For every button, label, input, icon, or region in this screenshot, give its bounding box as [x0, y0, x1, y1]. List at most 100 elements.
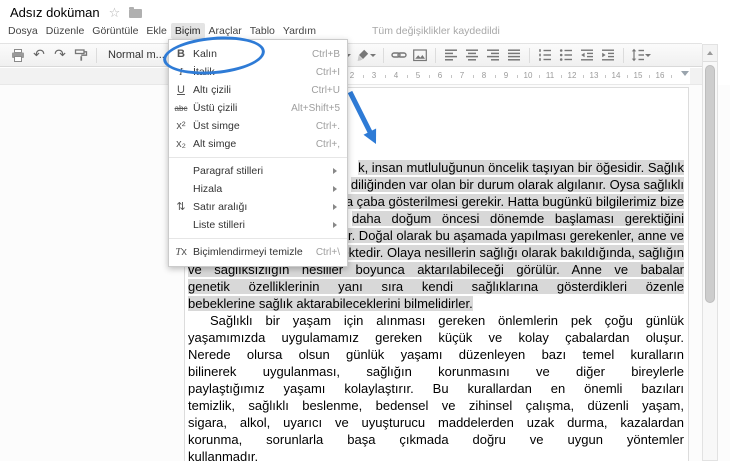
format-menu: B Kalın Ctrl+B I İtalik Ctrl+I U Altı çizili Ctr… [168, 39, 348, 267]
ruler-tick [561, 75, 562, 78]
format-menu-item[interactable]: B Kalın Ctrl+B [169, 45, 347, 63]
line-spacing-icon [631, 48, 644, 62]
selected-text: ir. Doğal olarak bu aşamada yapılması ge… [345, 228, 684, 243]
menu-item-shortcut: Ctrl+I [315, 66, 340, 78]
ruler-tick [539, 75, 540, 78]
ruler-scale: 2 3 4 5 6 7 8 9 10 11 12 13 14 15 16 [0, 68, 702, 84]
format-menu-item[interactable]: U Altı çizili Ctrl+U [169, 81, 347, 99]
numbered-list-icon [539, 49, 551, 61]
ruler-number: 8 [481, 71, 487, 80]
menubar-item-3[interactable]: Ekle [142, 23, 170, 39]
menubar-item-6[interactable]: Tablo [246, 23, 279, 39]
ruler-number: 9 [503, 71, 509, 80]
doc-line[interactable]: Nerede olursa olsun günlük yaşamı düzenl… [188, 346, 684, 363]
menu-item-label: Liste stilleri [193, 219, 245, 231]
doc-line[interactable]: sigara, alkol, uyarıcı ve uyuşturucu mad… [188, 414, 684, 431]
align-justify-button[interactable] [506, 46, 522, 64]
menu-item-label: Altı çizili [193, 84, 231, 96]
right-indent-marker[interactable] [681, 71, 689, 80]
highlight-color-button[interactable] [356, 46, 376, 64]
ruler-number: 3 [371, 71, 377, 80]
clear-format-icon: Tx [175, 245, 187, 258]
print-button[interactable] [10, 46, 26, 64]
align-left-icon [445, 49, 457, 61]
menubar-item-5[interactable]: Araçlar [205, 23, 246, 39]
insert-image-button[interactable] [412, 46, 428, 64]
align-center-button[interactable] [464, 46, 480, 64]
selected-text: bebeklerine sağlık aktarabileceklerini b… [188, 296, 473, 311]
increase-indent-icon [602, 49, 614, 61]
numbered-list-button[interactable] [537, 46, 553, 64]
document-title[interactable]: Adsız doküman [10, 5, 100, 20]
ruler-tick [385, 75, 386, 78]
increase-indent-button[interactable] [600, 46, 616, 64]
google-docs-window: Adsız doküman ☆ Dosya Düzenle Görüntüle Ekl… [0, 0, 730, 461]
menubar-item-2[interactable]: Görüntüle [88, 23, 142, 39]
ruler-tick [495, 75, 496, 78]
format-menu-item[interactable]: abc Üstü çizili Alt+Shift+5 [169, 99, 347, 117]
vertical-scrollbar[interactable] [702, 44, 718, 461]
line-spacing-button[interactable] [631, 46, 651, 64]
format-menu-item[interactable]: ⇅ Satır aralığı [169, 198, 347, 216]
bulleted-list-button[interactable] [558, 46, 574, 64]
format-menu-item[interactable]: Paragraf stilleri [169, 162, 347, 180]
toolbar-separator [383, 47, 384, 63]
menu-item-label: İtalik [193, 66, 215, 78]
doc-line[interactable]: yaşamımızda uygulamamız gereken küçük ve… [188, 329, 684, 346]
undo-button[interactable]: ↶ [31, 46, 47, 64]
insert-link-button[interactable] [391, 46, 407, 64]
submenu-arrow-icon [333, 186, 340, 192]
menubar-item-7[interactable]: Yardım [279, 23, 320, 39]
format-menu-item[interactable]: Hizala [169, 180, 347, 198]
document-canvas: k, insan mutluluğunun öncelik taşıyan bi… [0, 85, 730, 461]
menubar-item-4[interactable]: Biçim [170, 23, 205, 39]
ruler-number: 6 [437, 71, 443, 80]
menubar-item-1[interactable]: Düzenle [42, 23, 89, 39]
scrollbar-thumb[interactable] [705, 65, 715, 303]
link-icon [391, 52, 407, 58]
toolbar-separator [623, 47, 624, 63]
menu-item-shortcut: Ctrl+, [315, 138, 340, 150]
star-icon[interactable]: ☆ [109, 6, 121, 19]
chevron-down-icon [370, 53, 376, 60]
align-left-button[interactable] [443, 46, 459, 64]
menubar-item-0[interactable]: Dosya [4, 23, 42, 39]
selected-text: a çaba gösterilmesi gerekir. Hatta bugün… [345, 194, 684, 209]
ruler-tick [451, 75, 452, 78]
ruler-tick [363, 75, 364, 78]
decrease-indent-button[interactable] [579, 46, 595, 64]
scroll-up-icon [707, 48, 713, 55]
doc-line[interactable]: kullanmadır. [188, 448, 684, 461]
folder-icon[interactable] [129, 7, 143, 18]
strikethrough-icon: abc [174, 103, 188, 113]
format-menu-item[interactable]: x₂ Alt simge Ctrl+, [169, 135, 347, 153]
menu-item-shortcut: Ctrl+B [311, 48, 340, 60]
menu-item-shortcut: Ctrl+\ [315, 246, 340, 258]
selected-text: diliğinden var olan bir durum olarak alg… [350, 177, 684, 192]
ruler-number: 13 [589, 71, 599, 80]
scroll-up-button[interactable] [703, 45, 717, 62]
doc-line[interactable]: bilinerek uygulanması, sağlığın korunmas… [188, 363, 684, 380]
doc-line[interactable]: bebeklerine sağlık aktarabileceklerini b… [188, 295, 684, 312]
paragraph-2: Sağlıklı bir yaşam için alınması gereken… [188, 312, 684, 461]
toolbar-right-group: A [334, 44, 651, 66]
format-menu-item[interactable]: I İtalik Ctrl+I [169, 63, 347, 81]
format-menu-item[interactable]: Liste stilleri [169, 216, 347, 234]
align-justify-icon [508, 49, 520, 61]
image-icon [413, 48, 427, 61]
paint-format-button[interactable] [73, 46, 89, 64]
doc-line[interactable]: paylaştığımız yaşamı kolaylaştırır. Bu k… [188, 380, 684, 397]
doc-line[interactable]: Sağlıklı bir yaşam için alınması gereken… [188, 312, 684, 329]
selected-text: k, insan mutluluğunun öncelik taşıyan bi… [358, 160, 684, 175]
ruler-tick [473, 75, 474, 78]
doc-line[interactable]: korunma, sorunlarla başa çıkmada doğru v… [188, 431, 684, 448]
underline-icon: U [177, 83, 185, 96]
redo-button[interactable]: ↷ [52, 46, 68, 64]
format-menu-item[interactable]: Tx Biçimlendirmeyi temizle Ctrl+\ [169, 243, 347, 261]
toolbar-separator [96, 47, 97, 63]
align-right-button[interactable] [485, 46, 501, 64]
format-menu-list: B Kalın Ctrl+B I İtalik Ctrl+I U Altı çizili Ctr… [169, 45, 347, 261]
format-menu-item[interactable]: x² Üst simge Ctrl+. [169, 117, 347, 135]
doc-line[interactable]: temizlik, sağlıklı beslenme, bedensel ve… [188, 397, 684, 414]
doc-line[interactable]: genetik özelliklerinin yanı sıra kendi s… [188, 278, 684, 295]
